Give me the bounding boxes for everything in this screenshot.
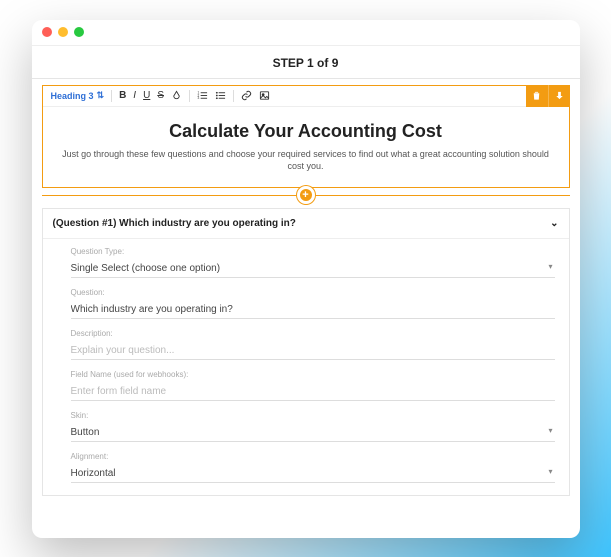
chevron-down-icon: ⌄ [550,218,558,229]
field-label: Question Type: [71,247,555,256]
bold-button[interactable]: B [119,90,126,101]
move-down-button[interactable] [548,85,570,107]
unordered-list-button[interactable] [215,90,226,101]
hero-title[interactable]: Calculate Your Accounting Cost [43,107,569,148]
skin-select[interactable] [71,424,555,442]
block-actions [526,85,570,107]
editor-toolbar: Heading 3 ⇅ B I U S 123 [43,86,569,107]
delete-button[interactable] [526,85,548,107]
field-question-type: Question Type: ▾ [71,247,555,278]
alignment-select[interactable] [71,465,555,483]
field-label: Field Name (used for webhooks): [71,370,555,379]
app-window: STEP 1 of 9 Heading 3 ⇅ B I U S [32,20,580,538]
maximize-icon[interactable] [74,27,84,37]
description-input[interactable] [71,342,555,360]
field-label: Skin: [71,411,555,420]
question-input[interactable] [71,301,555,319]
underline-button[interactable]: U [143,90,150,101]
field-alignment: Alignment: ▾ [71,452,555,483]
separator [233,90,234,102]
separator [189,90,190,102]
link-button[interactable] [241,90,252,101]
heading-select[interactable]: Heading 3 ⇅ [51,90,105,101]
editor-block: Heading 3 ⇅ B I U S 123 [42,85,570,188]
field-label: Alignment: [71,452,555,461]
step-title: STEP 1 of 9 [32,46,580,79]
field-question: Question: [71,288,555,319]
question-type-select[interactable] [71,260,555,278]
italic-button[interactable]: I [133,90,136,101]
field-label: Question: [71,288,555,297]
svg-text:3: 3 [197,96,199,100]
minimize-icon[interactable] [58,27,68,37]
add-section-handle: + [42,188,570,202]
updown-icon: ⇅ [97,90,105,101]
field-description: Description: [71,329,555,360]
question-body: Question Type: ▾ Question: Description: … [43,239,569,495]
field-label: Description: [71,329,555,338]
content-area: STEP 1 of 9 Heading 3 ⇅ B I U S [32,46,580,506]
heading-label: Heading 3 [51,91,94,101]
hero-subtitle[interactable]: Just go through these few questions and … [43,148,569,187]
question-panel: (Question #1) Which industry are you ope… [42,208,570,496]
image-button[interactable] [259,90,270,101]
field-fieldname: Field Name (used for webhooks): [71,370,555,401]
question-header[interactable]: (Question #1) Which industry are you ope… [43,209,569,239]
strike-button[interactable]: S [157,90,164,101]
fieldname-input[interactable] [71,383,555,401]
separator [111,90,112,102]
color-button[interactable] [171,90,182,101]
field-skin: Skin: ▾ [71,411,555,442]
question-header-label: (Question #1) Which industry are you ope… [53,218,296,229]
close-icon[interactable] [42,27,52,37]
ordered-list-button[interactable]: 123 [197,90,208,101]
titlebar [32,20,580,46]
add-button[interactable]: + [297,186,315,204]
